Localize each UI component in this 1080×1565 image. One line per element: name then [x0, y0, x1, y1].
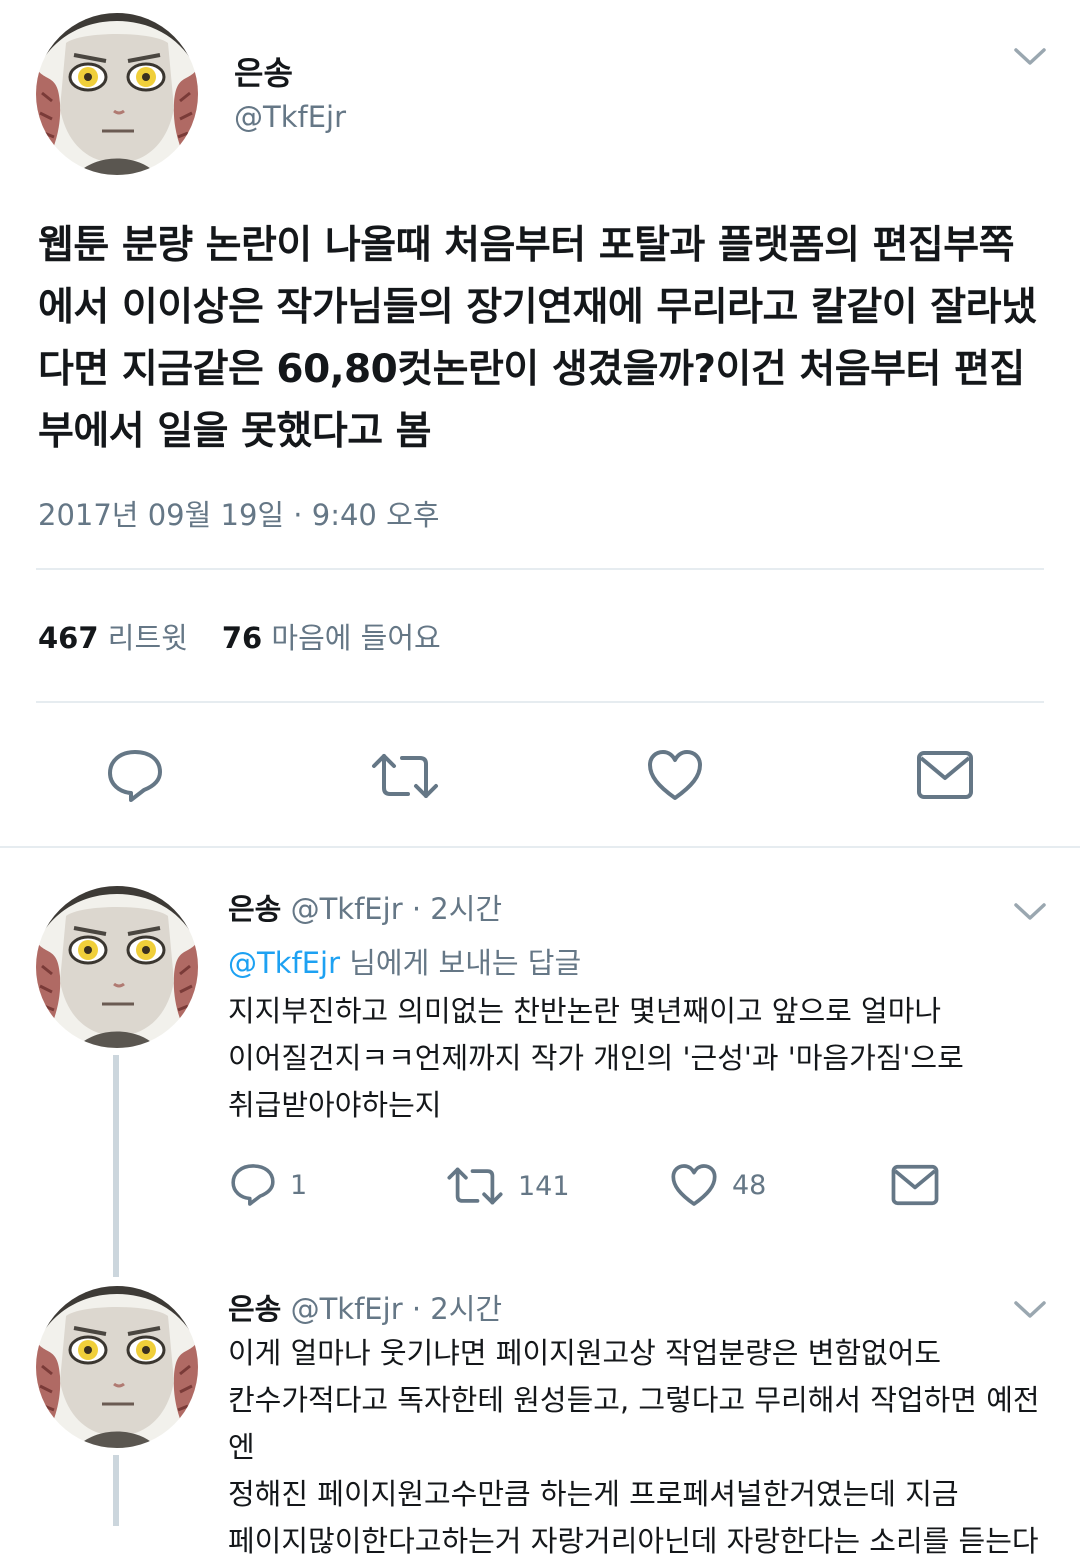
reply-header: 은송 @TkfEjr · 2시간	[228, 1286, 502, 1328]
reply-time: · 2시간	[411, 892, 503, 926]
reply-text-line: 취급받아야하는지	[228, 1088, 442, 1122]
heart-icon	[671, 1164, 717, 1206]
tweet-timestamp: 2017년 09월 19일 · 9:40 오후	[38, 498, 440, 532]
divider	[36, 568, 1044, 570]
replying-to: @TkfEjr 님에게 보내는 답글	[228, 940, 581, 982]
like-count: 48	[732, 1169, 767, 1201]
thread-connector	[113, 1455, 119, 1526]
reply-text: 지지부진하고 의미없는 찬반논란 몇년째이고 앞으로 얼마나 이어질건지ㅋㅋ언제…	[228, 988, 1058, 1129]
reply-text-line: 정해진 페이지원고수만큼 하는게 프로페셔널한거였는데 지금	[228, 1477, 959, 1511]
avatar-image	[36, 886, 198, 1048]
retweet-icon	[447, 1167, 503, 1205]
avatar[interactable]	[36, 886, 198, 1048]
divider	[0, 846, 1080, 848]
avatar-image	[36, 1286, 198, 1448]
reply-button[interactable]: 1	[230, 1162, 307, 1208]
thread-connector	[113, 1055, 119, 1277]
avatar[interactable]	[36, 13, 198, 175]
heart-icon[interactable]	[646, 748, 704, 802]
likes-count: 76	[221, 621, 263, 655]
author-name[interactable]: 은송	[234, 48, 293, 94]
author-name[interactable]: 은송	[228, 1292, 281, 1326]
retweets-label: 리트윗	[107, 621, 188, 655]
like-button[interactable]: 48	[670, 1162, 766, 1208]
author-name[interactable]: 은송	[228, 892, 281, 926]
chevron-down-icon[interactable]	[1013, 902, 1047, 922]
reply-time: · 2시간	[411, 1292, 503, 1326]
avatar-image	[36, 13, 198, 175]
reply-icon	[231, 1164, 275, 1206]
replying-to-handle[interactable]: @TkfEjr	[228, 946, 340, 980]
avatar[interactable]	[36, 1286, 198, 1448]
chevron-down-icon[interactable]	[1013, 1300, 1047, 1320]
author-handle[interactable]: @TkfEjr	[291, 1292, 403, 1326]
author-handle[interactable]: @TkfEjr	[234, 100, 346, 134]
reply-text-line: 지지부진하고 의미없는 찬반논란 몇년째이고 앞으로 얼마나	[228, 994, 942, 1028]
reply-header: 은송 @TkfEjr · 2시간	[228, 886, 502, 928]
replying-to-label: 님에게 보내는 답글	[349, 946, 582, 980]
reply-text: 이게 얼마나 웃기냐면 페이지원고상 작업분량은 변함없어도 칸수가적다고 독자…	[228, 1330, 1058, 1565]
retweets-stat[interactable]: 467 리트윗	[38, 621, 188, 655]
reply-text-line: 페이지많이한다고하는거 자랑거리아닌데 자랑한다는 소리를 듣는다	[228, 1524, 1039, 1558]
reply-icon[interactable]	[106, 748, 164, 804]
tweet-text: 웹툰 분량 논란이 나올때 처음부터 포탈과 플랫폼의 편집부쪽에서 이이상은 …	[38, 223, 1037, 454]
reply-text-line: 이어질건지ㅋㅋ언제까지 작가 개인의 '근성'과 '마음가짐'으로	[228, 1041, 964, 1075]
mail-icon[interactable]	[891, 1164, 939, 1206]
engagement-stats: 467 리트윗 76 마음에 들어요	[38, 615, 441, 657]
reply-count: 1	[290, 1169, 308, 1201]
chevron-down-icon[interactable]	[1013, 47, 1047, 67]
divider	[36, 701, 1044, 703]
likes-label: 마음에 들어요	[271, 621, 441, 655]
mail-icon[interactable]	[916, 750, 974, 800]
likes-stat[interactable]: 76 마음에 들어요	[222, 621, 441, 655]
retweet-button[interactable]: 141	[446, 1166, 570, 1206]
reply-text-line: 이게 얼마나 웃기냐면 페이지원고상 작업분량은 변함없어도	[228, 1336, 942, 1370]
reply-text-line: 칸수가적다고 독자한테 원성듣고, 그렇다고 무리해서 작업하면 예전엔	[228, 1383, 1040, 1464]
retweet-icon[interactable]	[370, 752, 440, 800]
retweets-count: 467	[38, 621, 99, 655]
author-handle[interactable]: @TkfEjr	[291, 892, 403, 926]
retweet-count: 141	[518, 1170, 570, 1202]
